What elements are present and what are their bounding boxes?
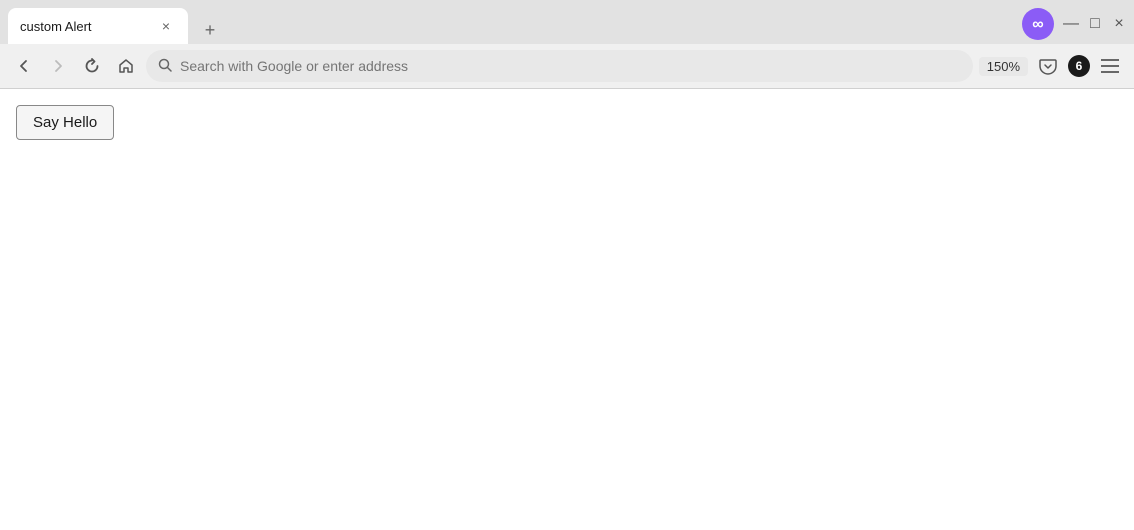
menu-button[interactable]	[1096, 52, 1124, 80]
tab-row: custom Alert × + ∞ — □ ×	[0, 0, 1134, 44]
notification-badge[interactable]: 6	[1068, 55, 1090, 77]
page-content: Say Hello	[0, 89, 1134, 530]
maximize-button[interactable]: □	[1088, 17, 1102, 31]
tab-title: custom Alert	[20, 19, 150, 34]
browser-logo: ∞	[1022, 8, 1054, 40]
pocket-button[interactable]	[1034, 52, 1062, 80]
refresh-button[interactable]	[78, 52, 106, 80]
home-button[interactable]	[112, 52, 140, 80]
address-bar-wrapper[interactable]	[146, 50, 973, 82]
forward-button[interactable]	[44, 52, 72, 80]
browser-chrome: custom Alert × + ∞ — □ ×	[0, 0, 1134, 89]
back-button[interactable]	[10, 52, 38, 80]
close-window-button[interactable]: ×	[1112, 17, 1126, 31]
tab-close-button[interactable]: ×	[156, 16, 176, 36]
search-icon	[158, 58, 172, 75]
nav-bar: 150% 6	[0, 44, 1134, 88]
svg-text:∞: ∞	[1032, 16, 1043, 33]
active-tab[interactable]: custom Alert ×	[8, 8, 188, 44]
zoom-level: 150%	[979, 57, 1028, 76]
minimize-button[interactable]: —	[1064, 17, 1078, 31]
tab-left-area: custom Alert × +	[0, 8, 1022, 44]
say-hello-button[interactable]: Say Hello	[16, 105, 114, 140]
tab-right-area: ∞ — □ ×	[1022, 8, 1134, 44]
address-input[interactable]	[180, 58, 961, 74]
new-tab-button[interactable]: +	[196, 16, 224, 44]
